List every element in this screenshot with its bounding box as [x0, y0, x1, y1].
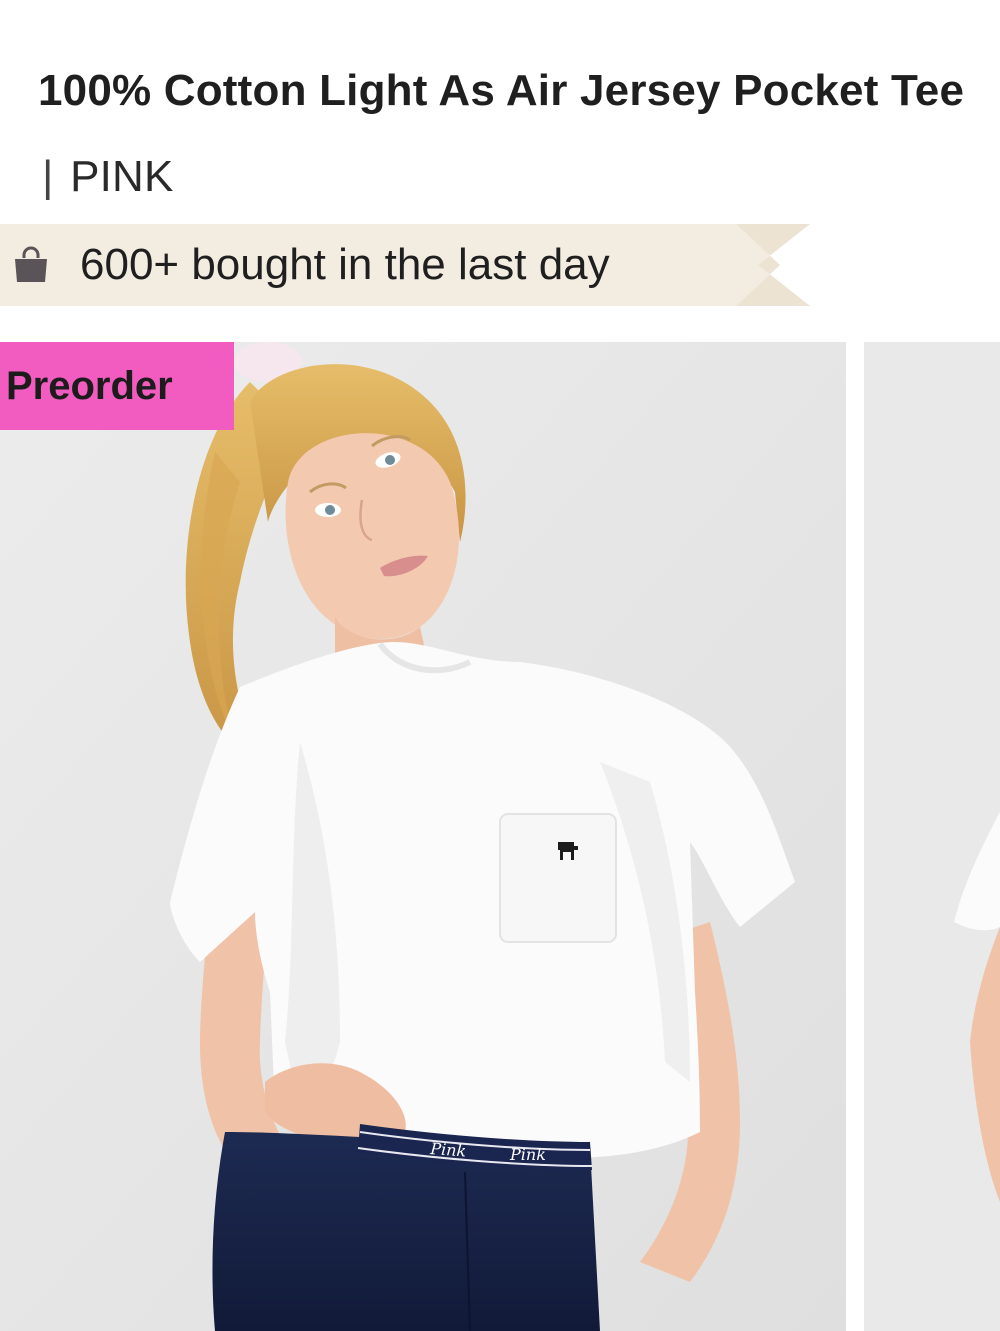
product-image-next-preview[interactable] — [864, 342, 1000, 1331]
shopping-bag-icon — [15, 246, 47, 282]
product-name: 100% Cotton Light As Air Jersey Pocket T… — [38, 66, 965, 115]
product-image-main[interactable]: Preorder Pink Pink — [0, 342, 846, 1331]
bought-count-text: 600+ bought in the last day — [80, 240, 610, 289]
waistband-logo-text: Pink — [429, 1139, 467, 1161]
product-page: 100% Cotton Light As Air Jersey Pocket T… — [0, 0, 1000, 1331]
brand-name[interactable]: PINK — [70, 152, 174, 201]
product-image-carousel[interactable]: Preorder Pink Pink — [0, 342, 1000, 1331]
next-photo-preview — [864, 342, 1000, 1331]
product-title: 100% Cotton Light As Air Jersey Pocket T… — [38, 48, 978, 220]
model-photo: Pink Pink — [0, 342, 846, 1331]
social-proof-banner: 600+ bought in the last day — [0, 224, 810, 306]
waistband-logo-text: Pink — [509, 1145, 546, 1164]
preorder-badge: Preorder — [0, 342, 234, 430]
title-separator: | — [42, 152, 54, 201]
